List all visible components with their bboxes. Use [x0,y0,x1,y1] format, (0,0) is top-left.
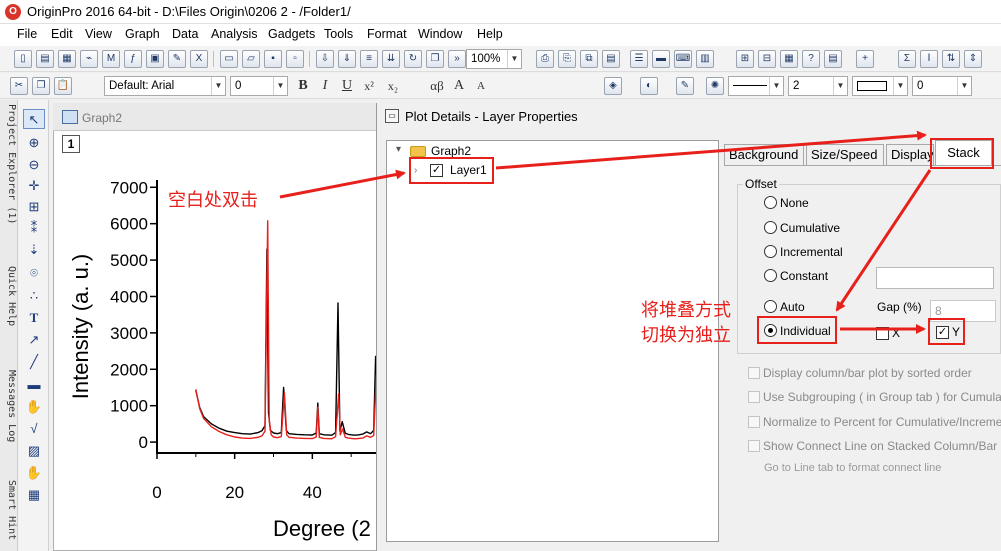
arrow-layer1-to-stack [495,130,927,170]
annotation-arrows [279,130,932,334]
arrow-to-layer1 [279,169,406,199]
arrow-stack-to-individual [835,169,932,312]
